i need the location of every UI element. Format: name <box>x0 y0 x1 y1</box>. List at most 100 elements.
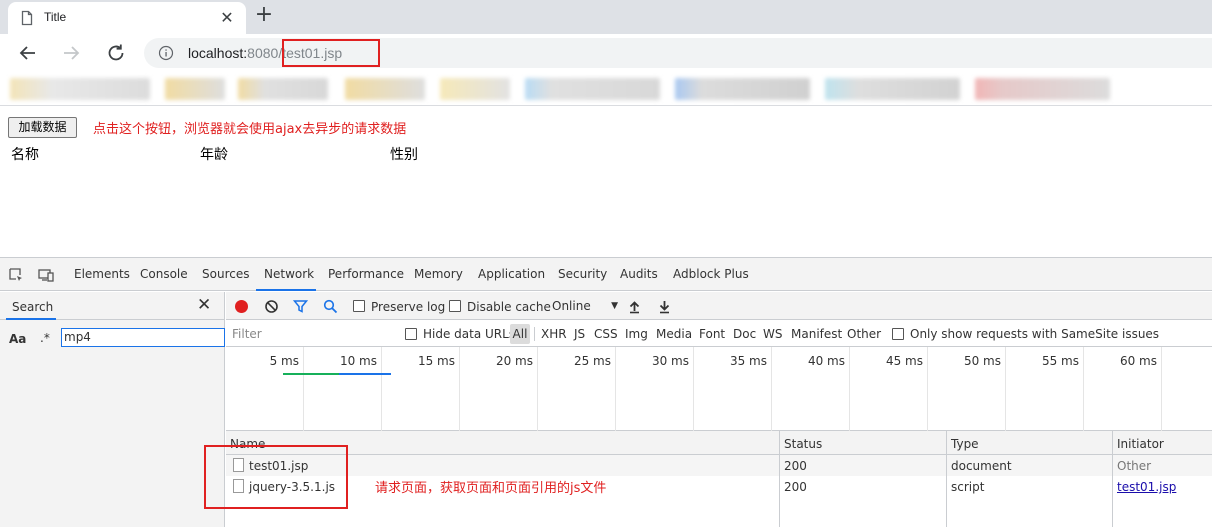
record-button[interactable] <box>235 300 248 313</box>
inspect-element-icon[interactable] <box>8 267 24 283</box>
table-row[interactable]: test01.jsp 200 document Other <box>226 455 1212 476</box>
filter-input[interactable]: Filter <box>226 324 394 344</box>
device-toolbar-icon[interactable] <box>38 267 54 283</box>
bookmark-item[interactable] <box>675 78 810 100</box>
timeline-tick-label: 10 ms <box>339 354 377 368</box>
forward-arrow-icon[interactable] <box>59 41 83 65</box>
tab-security[interactable]: Security <box>558 267 607 281</box>
filter-type-js[interactable]: JS <box>574 327 585 341</box>
request-initiator-link[interactable]: test01.jsp <box>1117 480 1176 494</box>
table-row[interactable]: jquery-3.5.1.js 200 script test01.jsp <box>226 476 1212 497</box>
load-data-button[interactable]: 加载数据 <box>8 117 77 138</box>
address-bar[interactable]: localhost:8080/test01.jsp <box>144 38 1212 68</box>
filter-type-media[interactable]: Media <box>656 327 692 341</box>
hide-data-urls-checkbox[interactable] <box>405 328 417 340</box>
bookmark-item[interactable] <box>238 78 328 100</box>
search-icon[interactable] <box>323 299 338 314</box>
timeline-tick-label: 55 ms <box>1041 354 1079 368</box>
filter-type-manifest[interactable]: Manifest <box>791 327 842 341</box>
bookmark-item[interactable] <box>525 78 660 100</box>
close-search-icon[interactable]: ✕ <box>197 297 211 314</box>
tab-elements[interactable]: Elements <box>74 267 130 281</box>
bookmark-item[interactable] <box>440 78 510 100</box>
bookmark-item[interactable] <box>825 78 960 100</box>
request-type: document <box>951 459 1012 473</box>
request-type: script <box>951 480 985 494</box>
column-header-gender: 性别 <box>390 147 418 163</box>
timeline-gridline <box>537 347 538 431</box>
search-input[interactable]: mp4 <box>61 328 225 347</box>
tab-application[interactable]: Application <box>478 267 545 281</box>
reload-icon[interactable] <box>104 41 128 65</box>
requests-annotation: 请求页面，获取页面和页面引用的js文件 <box>375 481 607 496</box>
new-tab-button[interactable]: + <box>253 4 275 27</box>
tab-performance[interactable]: Performance <box>328 267 404 281</box>
header-initiator[interactable]: Initiator <box>1117 437 1164 451</box>
bookmarks-bar <box>0 72 1212 106</box>
filter-type-xhr[interactable]: XHR <box>541 327 567 341</box>
devtools-tab-bar: Elements Console Sources Network Perform… <box>0 258 1212 291</box>
document-icon <box>21 10 33 26</box>
request-initiator: Other <box>1117 459 1152 473</box>
samesite-checkbox[interactable] <box>892 328 904 340</box>
column-divider[interactable] <box>779 431 780 527</box>
filter-type-other[interactable]: Other <box>847 327 881 341</box>
import-har-icon[interactable] <box>627 299 642 314</box>
regex-toggle[interactable]: .* <box>40 331 50 345</box>
timeline-gridline <box>1083 347 1084 431</box>
tab-strip: Title ✕ + <box>0 0 1212 34</box>
column-header-age: 年龄 <box>200 147 228 163</box>
filter-type-all[interactable]: All <box>510 324 530 344</box>
column-header-name: 名称 <box>11 147 39 163</box>
timeline-tick-label: 20 ms <box>495 354 533 368</box>
filter-type-doc[interactable]: Doc <box>733 327 756 341</box>
throttling-select[interactable]: Online ▼ <box>550 297 620 316</box>
timeline-tick-label: 60 ms <box>1119 354 1157 368</box>
timeline-gridline <box>1005 347 1006 431</box>
export-har-icon[interactable] <box>657 299 672 314</box>
browser-tab[interactable]: Title ✕ <box>8 2 246 34</box>
info-icon[interactable] <box>158 45 174 61</box>
match-case-toggle[interactable]: Aa <box>9 332 26 346</box>
filter-type-css[interactable]: CSS <box>594 327 618 341</box>
disable-cache-label: Disable cache <box>467 300 551 314</box>
column-divider[interactable] <box>1112 431 1113 527</box>
button-annotation: 点击这个按钮，浏览器就会使用ajax去异步的请求数据 <box>93 122 407 137</box>
tab-sources[interactable]: Sources <box>202 267 249 281</box>
network-request-table: Name Status Type Initiator test01.jsp 20… <box>226 431 1212 527</box>
preserve-log-label: Preserve log <box>371 300 446 314</box>
tab-audits[interactable]: Audits <box>620 267 658 281</box>
column-divider[interactable] <box>946 431 947 527</box>
bookmark-item[interactable] <box>165 78 225 100</box>
tab-adblock-plus[interactable]: Adblock Plus <box>673 267 749 281</box>
hide-data-urls-label: Hide data URLs <box>423 327 516 341</box>
search-tab[interactable]: Search <box>12 300 53 314</box>
bookmark-item[interactable] <box>345 78 425 100</box>
header-status[interactable]: Status <box>784 437 822 451</box>
timeline-tick-label: 25 ms <box>573 354 611 368</box>
bookmark-item[interactable] <box>975 78 1110 100</box>
search-pane-header: Search ✕ <box>0 292 225 320</box>
filter-type-font[interactable]: Font <box>699 327 725 341</box>
timeline-gridline <box>771 347 772 431</box>
request-status: 200 <box>784 459 807 473</box>
filter-type-img[interactable]: Img <box>625 327 648 341</box>
tab-memory[interactable]: Memory <box>414 267 463 281</box>
back-arrow-icon[interactable] <box>16 41 40 65</box>
samesite-label: Only show requests with SameSite issues <box>910 327 1160 341</box>
devtools-panel: Elements Console Sources Network Perform… <box>0 257 1212 527</box>
tab-console[interactable]: Console <box>140 267 188 281</box>
disable-cache-checkbox[interactable] <box>449 300 461 312</box>
header-type[interactable]: Type <box>951 437 979 451</box>
tab-network[interactable]: Network <box>264 267 314 281</box>
bookmark-item[interactable] <box>10 78 150 100</box>
timeline-tick-label: 50 ms <box>963 354 1001 368</box>
timeline-bar-waiting <box>283 373 339 375</box>
close-tab-icon[interactable]: ✕ <box>218 9 236 27</box>
preserve-log-checkbox[interactable] <box>353 300 365 312</box>
timeline-gridline <box>615 347 616 431</box>
request-status: 200 <box>784 480 807 494</box>
filter-type-ws[interactable]: WS <box>763 327 782 341</box>
clear-icon[interactable] <box>264 299 279 314</box>
filter-icon[interactable] <box>293 299 308 314</box>
